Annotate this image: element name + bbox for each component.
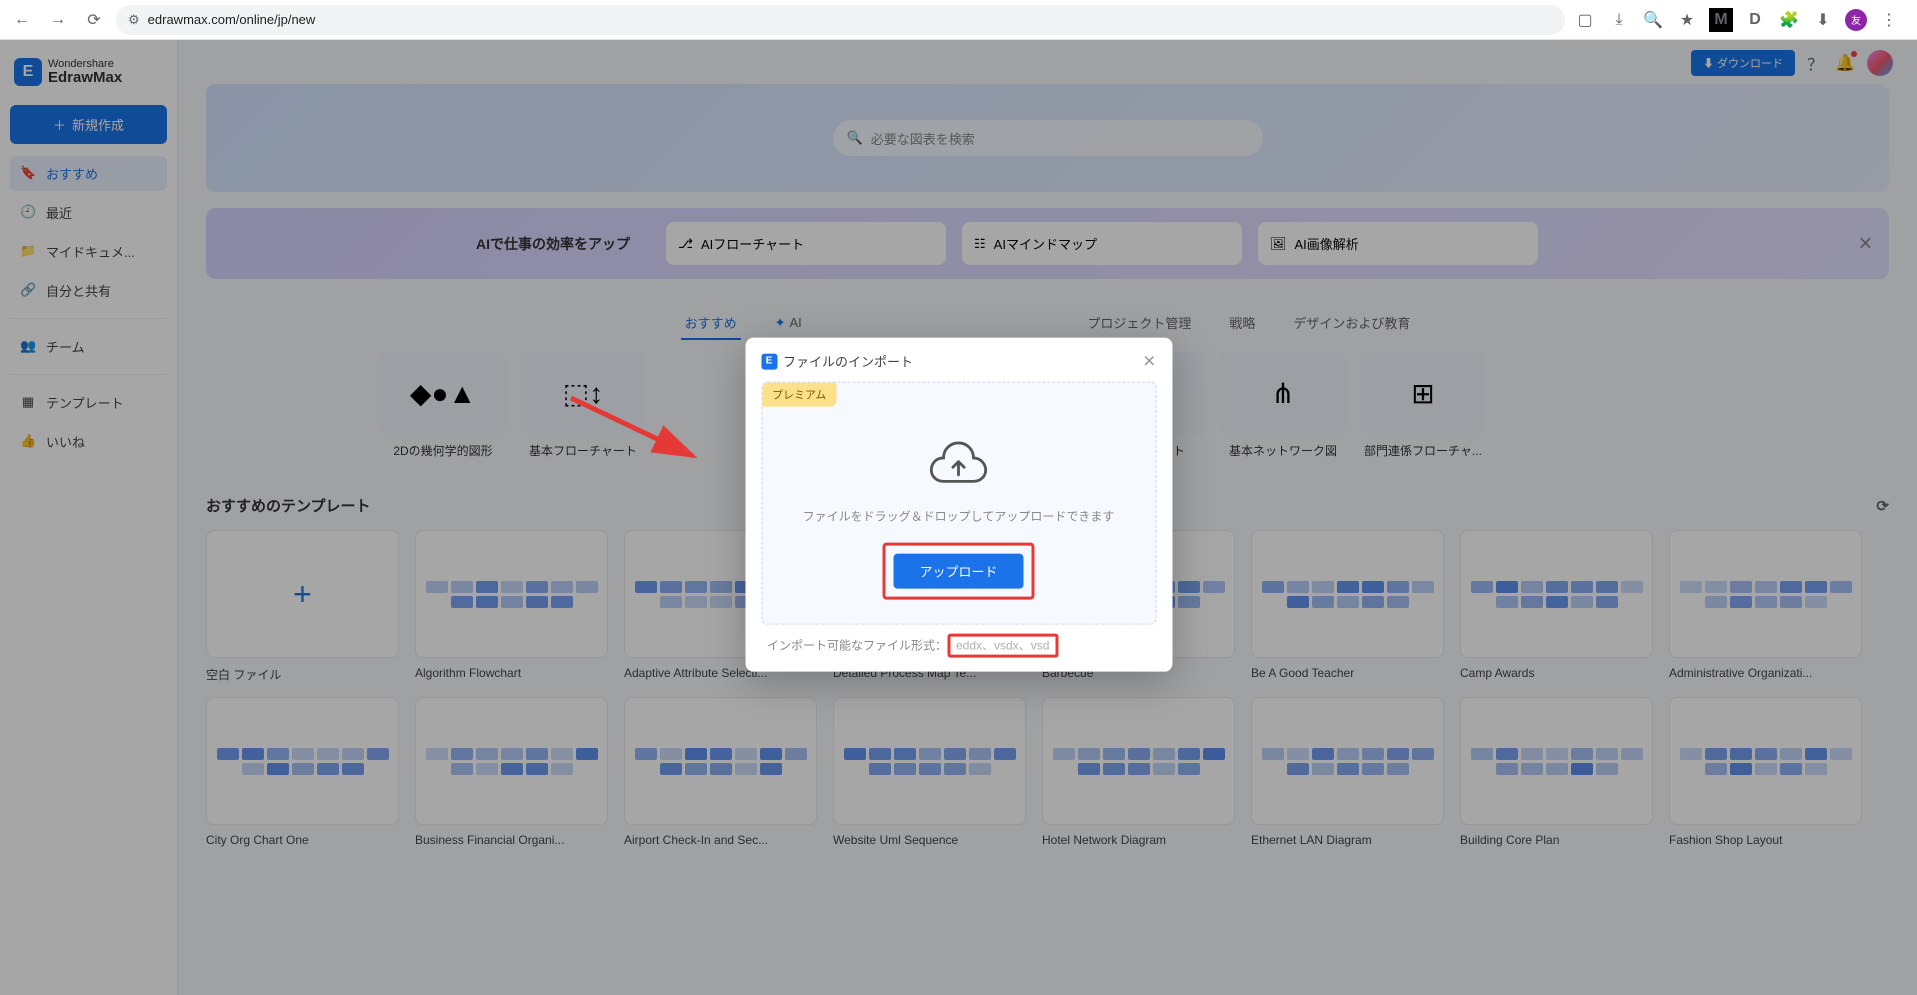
- bookmark-star-icon[interactable]: ★: [1675, 8, 1699, 32]
- logo-small-icon: E: [761, 353, 777, 369]
- cloud-upload-icon: [929, 438, 989, 484]
- formats-highlight: eddx、vsdx、vsd: [947, 633, 1058, 657]
- site-info-icon: ⚙: [128, 12, 140, 28]
- zoom-icon[interactable]: 🔍: [1641, 8, 1665, 32]
- profile-avatar[interactable]: 友: [1845, 9, 1867, 31]
- extension-m[interactable]: M: [1709, 8, 1733, 32]
- address-bar[interactable]: ⚙ edrawmax.com/online/jp/new: [116, 5, 1565, 35]
- downloads-icon[interactable]: ⬇: [1811, 8, 1835, 32]
- modal-close-icon[interactable]: ✕: [1143, 351, 1156, 371]
- drop-text: ファイルをドラッグ＆ドロップしてアップロードできます: [772, 507, 1145, 524]
- upload-button[interactable]: アップロード: [893, 553, 1023, 588]
- screen-icon[interactable]: ▢: [1573, 8, 1597, 32]
- extension-d[interactable]: D: [1743, 8, 1767, 32]
- upload-highlight: アップロード: [882, 542, 1034, 599]
- modal-title: ファイルのインポート: [783, 352, 913, 371]
- formats-line: インポート可能なファイル形式：eddx、vsdx、vsd: [761, 636, 1156, 653]
- forward-button[interactable]: →: [44, 6, 72, 34]
- browser-toolbar: ← → ⟳ ⚙ edrawmax.com/online/jp/new ▢ ⤓ 🔍…: [0, 0, 1917, 40]
- file-dropzone[interactable]: プレミアム ファイルをドラッグ＆ドロップしてアップロードできます アップロード: [761, 381, 1156, 624]
- back-button[interactable]: ←: [8, 6, 36, 34]
- modal-header: E ファイルのインポート ✕: [761, 351, 1156, 371]
- install-icon[interactable]: ⤓: [1607, 8, 1631, 32]
- reload-button[interactable]: ⟳: [80, 6, 108, 34]
- extensions-icon[interactable]: 🧩: [1777, 8, 1801, 32]
- browser-actions: ▢ ⤓ 🔍 ★ M D 🧩 ⬇ 友 ⋮: [1573, 8, 1909, 32]
- import-modal: E ファイルのインポート ✕ プレミアム ファイルをドラッグ＆ドロップしてアップ…: [745, 337, 1172, 671]
- premium-badge: プレミアム: [762, 382, 836, 406]
- url-text: edrawmax.com/online/jp/new: [148, 12, 316, 27]
- browser-menu-icon[interactable]: ⋮: [1877, 8, 1901, 32]
